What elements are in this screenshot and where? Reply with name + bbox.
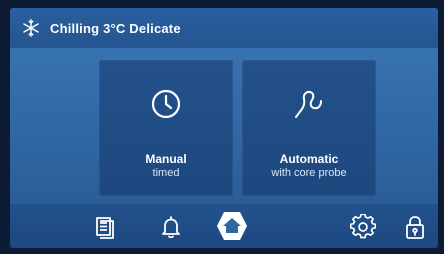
bottom-nav-bar [10,204,438,248]
lock-icon[interactable] [402,214,428,240]
manual-label: Manual [145,152,187,166]
page-title: Chilling 3°C Delicate [50,20,181,36]
snowflake-icon [23,19,39,37]
clock-icon [151,89,181,119]
device-screen: Chilling 3°C Delicate Manual timed Autom… [10,8,438,248]
core-probe-icon [295,90,322,118]
automatic-label: Automatic [279,152,339,166]
header-bar: Chilling 3°C Delicate [10,8,438,48]
home-icon[interactable] [210,206,254,246]
manual-mode-button[interactable]: Manual timed [99,60,233,196]
gear-icon[interactable] [350,214,376,240]
automatic-mode-button[interactable]: Automatic with core probe [242,60,376,196]
automatic-sublabel: with core probe [271,167,347,179]
documents-icon[interactable] [92,214,118,240]
manual-sublabel: timed [152,167,180,179]
bell-icon[interactable] [158,214,184,240]
